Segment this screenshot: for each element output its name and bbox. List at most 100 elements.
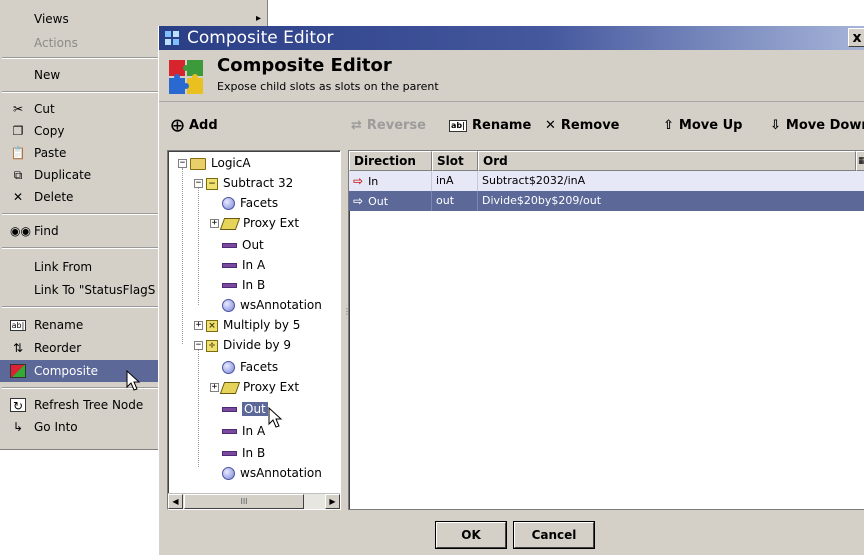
tree-node-multiply[interactable]: × Multiply by 5 (206, 315, 300, 335)
tree-node-facets[interactable]: Facets (222, 357, 278, 377)
collapse-toggle[interactable]: − (178, 159, 187, 168)
header-title: Composite Editor (217, 55, 392, 76)
expand-toggle[interactable]: + (194, 321, 203, 330)
column-header-direction[interactable]: Direction (349, 151, 432, 171)
menu-item-label: Cut (34, 102, 55, 116)
add-button[interactable]: ⨁ Add (171, 116, 218, 136)
dialog-header: Composite Editor Expose child slots as s… (159, 50, 864, 102)
menu-item-label: Composite (34, 364, 99, 378)
in-direction-icon: ⇨ (353, 174, 364, 188)
mouse-cursor-icon (268, 407, 283, 428)
refresh-icon: ↻ (10, 398, 26, 413)
tree-node-in-b[interactable]: In B (222, 275, 265, 295)
direction-cell: ⇨ Out (349, 191, 432, 211)
expand-toggle[interactable]: + (210, 383, 219, 392)
table-row[interactable]: ⇨ In inA Subtract$2032/inA (349, 171, 864, 191)
menu-item-label: Views (34, 12, 69, 26)
out-direction-icon: ⇨ (353, 194, 364, 208)
remove-icon: ✕ (545, 118, 556, 133)
menu-item-label: Delete (34, 190, 74, 204)
rename-icon: ab| (10, 320, 26, 331)
remove-button[interactable]: ✕ Remove (545, 116, 620, 136)
multiply-block-icon: × (206, 319, 218, 332)
proxy-ext-icon (219, 217, 241, 230)
annotation-icon (222, 467, 235, 480)
subtract-block-icon: − (206, 177, 218, 190)
folder-icon (190, 157, 206, 170)
move-down-button[interactable]: ⇩ Move Dowr (770, 116, 864, 136)
proxy-ext-icon (219, 381, 241, 394)
ord-cell: Subtract$2032/inA (482, 174, 586, 187)
divide-block-icon: ÷ (206, 339, 218, 352)
slot-tree[interactable]: − LogicA − − Subtract 32 Facets + Proxy E… (167, 150, 341, 510)
arrow-up-icon: ⇧ (663, 118, 674, 133)
rename-button[interactable]: ab| Rename (449, 116, 531, 136)
dialog-title: Composite Editor (187, 28, 334, 48)
table-row[interactable]: ⇨ Out out Divide$20by$209/out (349, 191, 864, 211)
tree-node-logica[interactable]: LogicA (190, 153, 251, 173)
menu-item-label: Go Into (34, 420, 78, 434)
tree-node-proxy-ext[interactable]: Proxy Ext (219, 377, 299, 397)
reorder-icon: ⇅ (12, 341, 24, 355)
reverse-button[interactable]: ⇄ Reverse (351, 116, 426, 136)
column-header-ord[interactable]: Ord (478, 151, 856, 171)
duplicate-icon: ⧉ (13, 168, 23, 182)
scroll-left-icon[interactable]: ◀ (168, 494, 183, 509)
tree-connector (198, 349, 199, 467)
dialog-title-bar[interactable]: Composite Editor x (159, 26, 864, 50)
tree-node-facets[interactable]: Facets (222, 193, 278, 213)
tree-node-out-selected[interactable]: Out (222, 399, 268, 419)
move-up-button[interactable]: ⇧ Move Up (663, 116, 742, 136)
tree-node-subtract[interactable]: − Subtract 32 (206, 173, 293, 193)
tree-node-proxy-ext[interactable]: Proxy Ext (219, 213, 299, 233)
facets-icon (222, 361, 235, 374)
slot-icon (222, 243, 237, 248)
composite-puzzle-icon (169, 60, 203, 94)
slot-icon (222, 407, 237, 412)
cancel-button[interactable]: Cancel (514, 522, 594, 548)
column-header-slot[interactable]: Slot (432, 151, 478, 171)
tree-node-divide[interactable]: ÷ Divide by 9 (206, 335, 291, 355)
copy-icon: ❐ (12, 124, 24, 138)
menu-item-label: Refresh Tree Node (34, 398, 144, 412)
menu-item-label: Link From (34, 260, 93, 274)
expand-toggle[interactable]: + (210, 219, 219, 228)
menu-item-label: New (34, 68, 61, 82)
composite-slot-table[interactable]: Direction Slot Ord ▦ ⇨In inA Subtract$20… (348, 150, 864, 510)
reverse-icon: ⇄ (351, 118, 362, 133)
header-subtitle: Expose child slots as slots on the paren… (217, 80, 439, 93)
scroll-thumb[interactable]: III (184, 494, 304, 509)
table-header: Direction Slot Ord ▦ (349, 151, 864, 171)
composite-icon (10, 364, 26, 378)
tree-node-in-a[interactable]: In A (222, 255, 265, 275)
slot-icon (222, 263, 237, 268)
menu-item-label: Reorder (34, 341, 82, 355)
slot-icon (222, 429, 237, 434)
tree-horizontal-scrollbar[interactable]: ◀ III ▶ (168, 493, 340, 509)
ok-button[interactable]: OK (436, 522, 506, 548)
tree-node-ws-annotation[interactable]: wsAnnotation (222, 295, 322, 315)
collapse-toggle[interactable]: − (194, 179, 203, 188)
composite-editor-dialog: Composite Editor x Composite Editor Expo… (158, 26, 864, 555)
go-into-icon: ↳ (12, 420, 24, 434)
close-button[interactable]: x (848, 28, 864, 47)
ord-cell: Divide$20by$209/out (482, 194, 602, 207)
composite-app-icon (165, 31, 179, 45)
toolbar: ⨁ Add ⇄ Reverse ab| Rename ✕ Remove ⇧ Move Up… (159, 112, 864, 140)
tree-node-in-a[interactable]: In A (222, 421, 265, 441)
tree-node-out[interactable]: Out (222, 235, 264, 255)
mouse-cursor-icon (126, 370, 141, 391)
tree-node-in-b[interactable]: In B (222, 443, 265, 463)
slot-icon (222, 283, 237, 288)
column-chooser-icon[interactable]: ▦ (856, 151, 864, 171)
tree-connector (198, 187, 199, 305)
tree-node-ws-annotation[interactable]: wsAnnotation (222, 463, 322, 483)
menu-item-label: Duplicate (34, 168, 92, 182)
arrow-down-icon: ⇩ (770, 118, 781, 133)
scissors-icon: ✂ (12, 102, 24, 116)
pane-splitter[interactable]: ⋮ (342, 150, 351, 510)
collapse-toggle[interactable]: − (194, 341, 203, 350)
delete-icon: ✕ (12, 190, 24, 204)
menu-item-label: Paste (34, 146, 67, 160)
scroll-right-icon[interactable]: ▶ (325, 494, 340, 509)
